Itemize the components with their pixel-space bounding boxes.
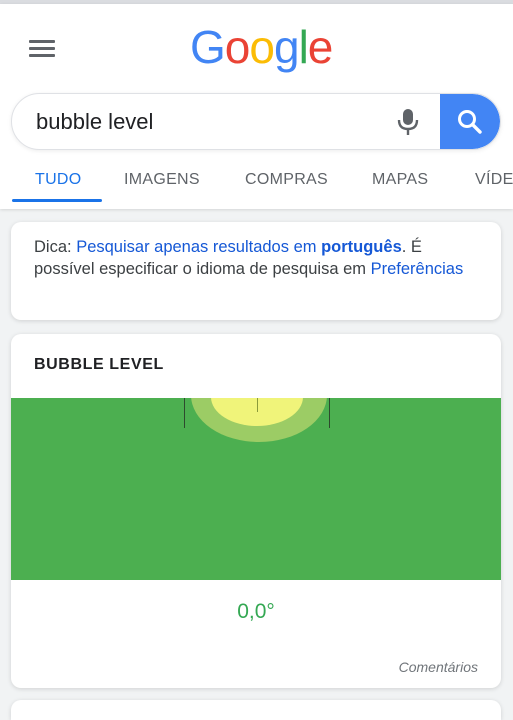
next-result-card	[11, 700, 501, 720]
logo-letter: G	[190, 21, 226, 73]
search-icon	[458, 110, 482, 134]
bubble-level-display	[11, 398, 501, 580]
logo-letter: o	[249, 21, 275, 73]
search-box	[11, 93, 501, 150]
tab-imagens[interactable]: IMAGENS	[124, 159, 200, 209]
preferences-link[interactable]: Preferências	[371, 260, 464, 278]
link-text: Pesquisar apenas resultados em	[76, 238, 322, 256]
search-input[interactable]	[36, 94, 376, 149]
language-tip-card: Dica: Pesquisar apenas resultados em por…	[11, 222, 501, 320]
tab-videos[interactable]: VÍDE	[475, 159, 513, 209]
search-button[interactable]	[440, 94, 500, 149]
tab-compras[interactable]: COMPRAS	[245, 159, 328, 209]
card-title: BUBBLE LEVEL	[34, 356, 164, 373]
angle-readout: 0,0°	[237, 600, 275, 623]
center-tick-mark	[257, 398, 258, 412]
active-tab-indicator	[12, 199, 102, 202]
tip-text: Dica: Pesquisar apenas resultados em por…	[34, 236, 478, 280]
link-language: português	[321, 238, 402, 256]
tab-mapas[interactable]: MAPAS	[372, 159, 428, 209]
google-logo[interactable]: Google	[190, 21, 334, 73]
logo-letter: e	[307, 21, 334, 73]
feedback-link[interactable]: Comentários	[399, 659, 478, 675]
bubble-level-card: BUBBLE LEVEL 0,0° Comentários	[11, 334, 501, 688]
right-tick-mark	[329, 398, 330, 428]
search-header: Google TUDO IMAGENS COMPRAS MAPAS VÍDE	[0, 4, 513, 209]
logo-letter: g	[273, 21, 300, 73]
left-tick-mark	[184, 398, 185, 428]
hamburger-menu-icon[interactable]	[29, 38, 57, 60]
logo-letter: o	[224, 21, 251, 73]
tip-prefix: Dica:	[34, 238, 77, 256]
microphone-icon[interactable]	[397, 108, 419, 136]
language-filter-link[interactable]: Pesquisar apenas resultados em português	[76, 238, 402, 256]
logo-letter: l	[298, 21, 309, 73]
